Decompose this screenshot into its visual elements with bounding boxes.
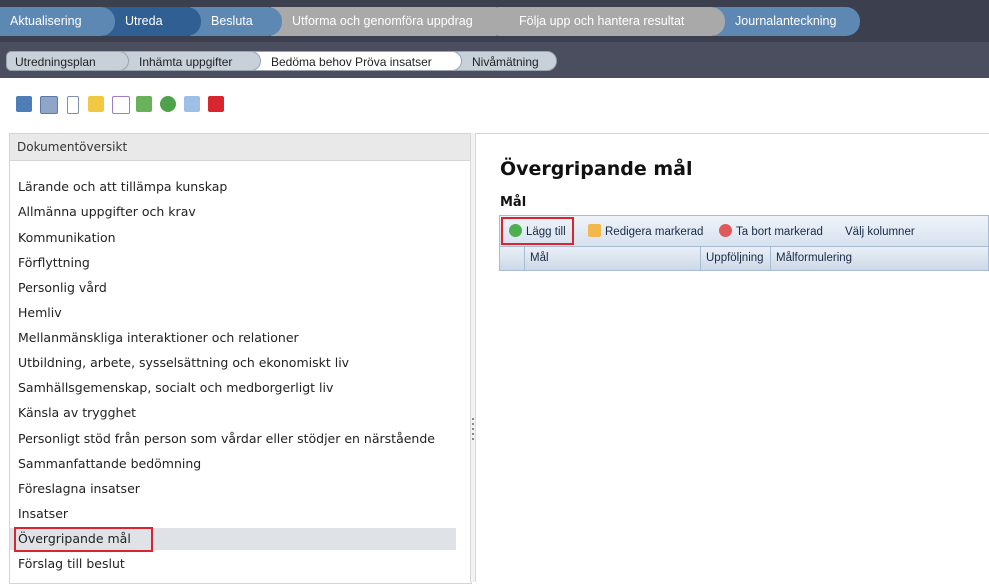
choose-columns-button[interactable]: Välj kolumner xyxy=(845,224,915,240)
tab-label: Utforma och genomföra uppdrag xyxy=(292,14,473,28)
delete-label: Ta bort markerad xyxy=(736,226,823,238)
document-overview-panel: Dokumentöversikt Lärande och att tillämp… xyxy=(9,133,472,584)
step-inhamta-uppgifter[interactable]: Inhämta uppgifter xyxy=(120,51,261,71)
grid-header: Mål Uppföljning Målformulering xyxy=(499,247,989,271)
edit-label: Redigera markerad xyxy=(605,226,704,238)
folder-icon[interactable] xyxy=(88,96,104,112)
doc-item[interactable]: Utbildning, arbete, sysselsättning och e… xyxy=(18,352,349,374)
add-highlight-box xyxy=(501,217,574,245)
grip-dot xyxy=(472,418,474,420)
save-icon[interactable] xyxy=(16,96,32,112)
step-nivamatning[interactable]: Nivåmätning xyxy=(453,51,557,71)
main-content: Övergripande mål Mål Lägg till Redigera … xyxy=(476,133,989,583)
tab-label: Journalanteckning xyxy=(735,14,837,28)
doc-item[interactable]: Insatser xyxy=(18,503,68,525)
grip-dot xyxy=(472,438,474,440)
edit-button[interactable]: Redigera markerad xyxy=(588,224,703,240)
doc-item[interactable]: Förslag till beslut xyxy=(18,553,125,575)
tab-label: Besluta xyxy=(211,14,253,28)
doc-item[interactable]: Känsla av trygghet xyxy=(18,402,136,424)
grip-dot xyxy=(472,428,474,430)
document-icon[interactable] xyxy=(67,96,79,114)
refresh-icon[interactable] xyxy=(160,96,176,112)
tab-folja-upp[interactable]: Följa upp och hantera resultat xyxy=(498,7,725,36)
tab-utforma[interactable]: Utforma och genomföra uppdrag xyxy=(271,7,509,36)
step-label: Inhämta uppgifter xyxy=(139,55,233,69)
doc-item[interactable]: Mellanmänskliga interaktioner och relati… xyxy=(18,327,299,349)
step-label: Nivåmätning xyxy=(472,55,539,69)
delete-icon xyxy=(719,224,732,237)
icon-toolbar xyxy=(0,88,989,120)
doc-item[interactable]: Samhällsgemenskap, socialt och medborger… xyxy=(18,377,333,399)
doc-item[interactable]: Förflyttning xyxy=(18,252,90,274)
tab-journalanteckning[interactable]: Journalanteckning xyxy=(714,7,860,36)
tab-label: Följa upp och hantera resultat xyxy=(519,14,685,28)
process-tabs-bar: Aktualisering Utreda Besluta Utforma och… xyxy=(0,0,989,42)
step-utredningsplan[interactable]: Utredningsplan xyxy=(6,51,129,71)
doc-item[interactable]: Personligt stöd från person som vårdar e… xyxy=(18,428,435,450)
doc-item[interactable]: Allmänna uppgifter och krav xyxy=(18,201,196,223)
document-check-icon[interactable] xyxy=(40,96,58,114)
document-overview-header: Dokumentöversikt xyxy=(10,134,471,161)
highlight-box xyxy=(14,527,153,552)
sub-steps-bar: Utredningsplan Inhämta uppgifter Bedöma … xyxy=(0,42,989,78)
step-label: Utredningsplan xyxy=(15,55,96,69)
tab-aktualisering[interactable]: Aktualisering xyxy=(0,7,115,36)
doc-item[interactable]: Hemliv xyxy=(18,302,62,324)
doc-item[interactable]: Sammanfattande bedömning xyxy=(18,453,201,475)
delete-button[interactable]: Ta bort markerad xyxy=(719,224,823,240)
doc-item[interactable]: Kommunikation xyxy=(18,227,116,249)
column-select[interactable] xyxy=(500,247,524,270)
page-title: Övergripande mål xyxy=(500,158,693,180)
spellcheck-icon[interactable] xyxy=(184,96,200,112)
step-bedoma-behov[interactable]: Bedöma behov Pröva insatser xyxy=(252,51,462,71)
doc-item[interactable]: Lärande och att tillämpa kunskap xyxy=(18,176,227,198)
doc-item[interactable]: Personlig vård xyxy=(18,277,107,299)
section-label: Mål xyxy=(500,195,527,210)
move-icon[interactable] xyxy=(136,96,152,112)
pencil-icon xyxy=(588,224,601,237)
column-mal[interactable]: Mål xyxy=(524,247,700,270)
step-label: Bedöma behov Pröva insatser xyxy=(271,55,432,69)
column-malformulering[interactable]: Målformulering xyxy=(770,247,989,270)
grip-dot xyxy=(472,433,474,435)
tab-label: Aktualisering xyxy=(10,14,82,28)
doc-item[interactable]: Föreslagna insatser xyxy=(18,478,140,500)
tab-utreda[interactable]: Utreda xyxy=(104,7,201,36)
calendar-icon[interactable] xyxy=(208,96,224,112)
envelope-icon[interactable] xyxy=(112,96,130,114)
choose-columns-label: Välj kolumner xyxy=(845,226,915,238)
column-uppfoljning[interactable]: Uppföljning xyxy=(700,247,770,270)
tab-besluta[interactable]: Besluta xyxy=(190,7,282,36)
grip-dot xyxy=(472,423,474,425)
tab-label: Utreda xyxy=(125,14,163,28)
